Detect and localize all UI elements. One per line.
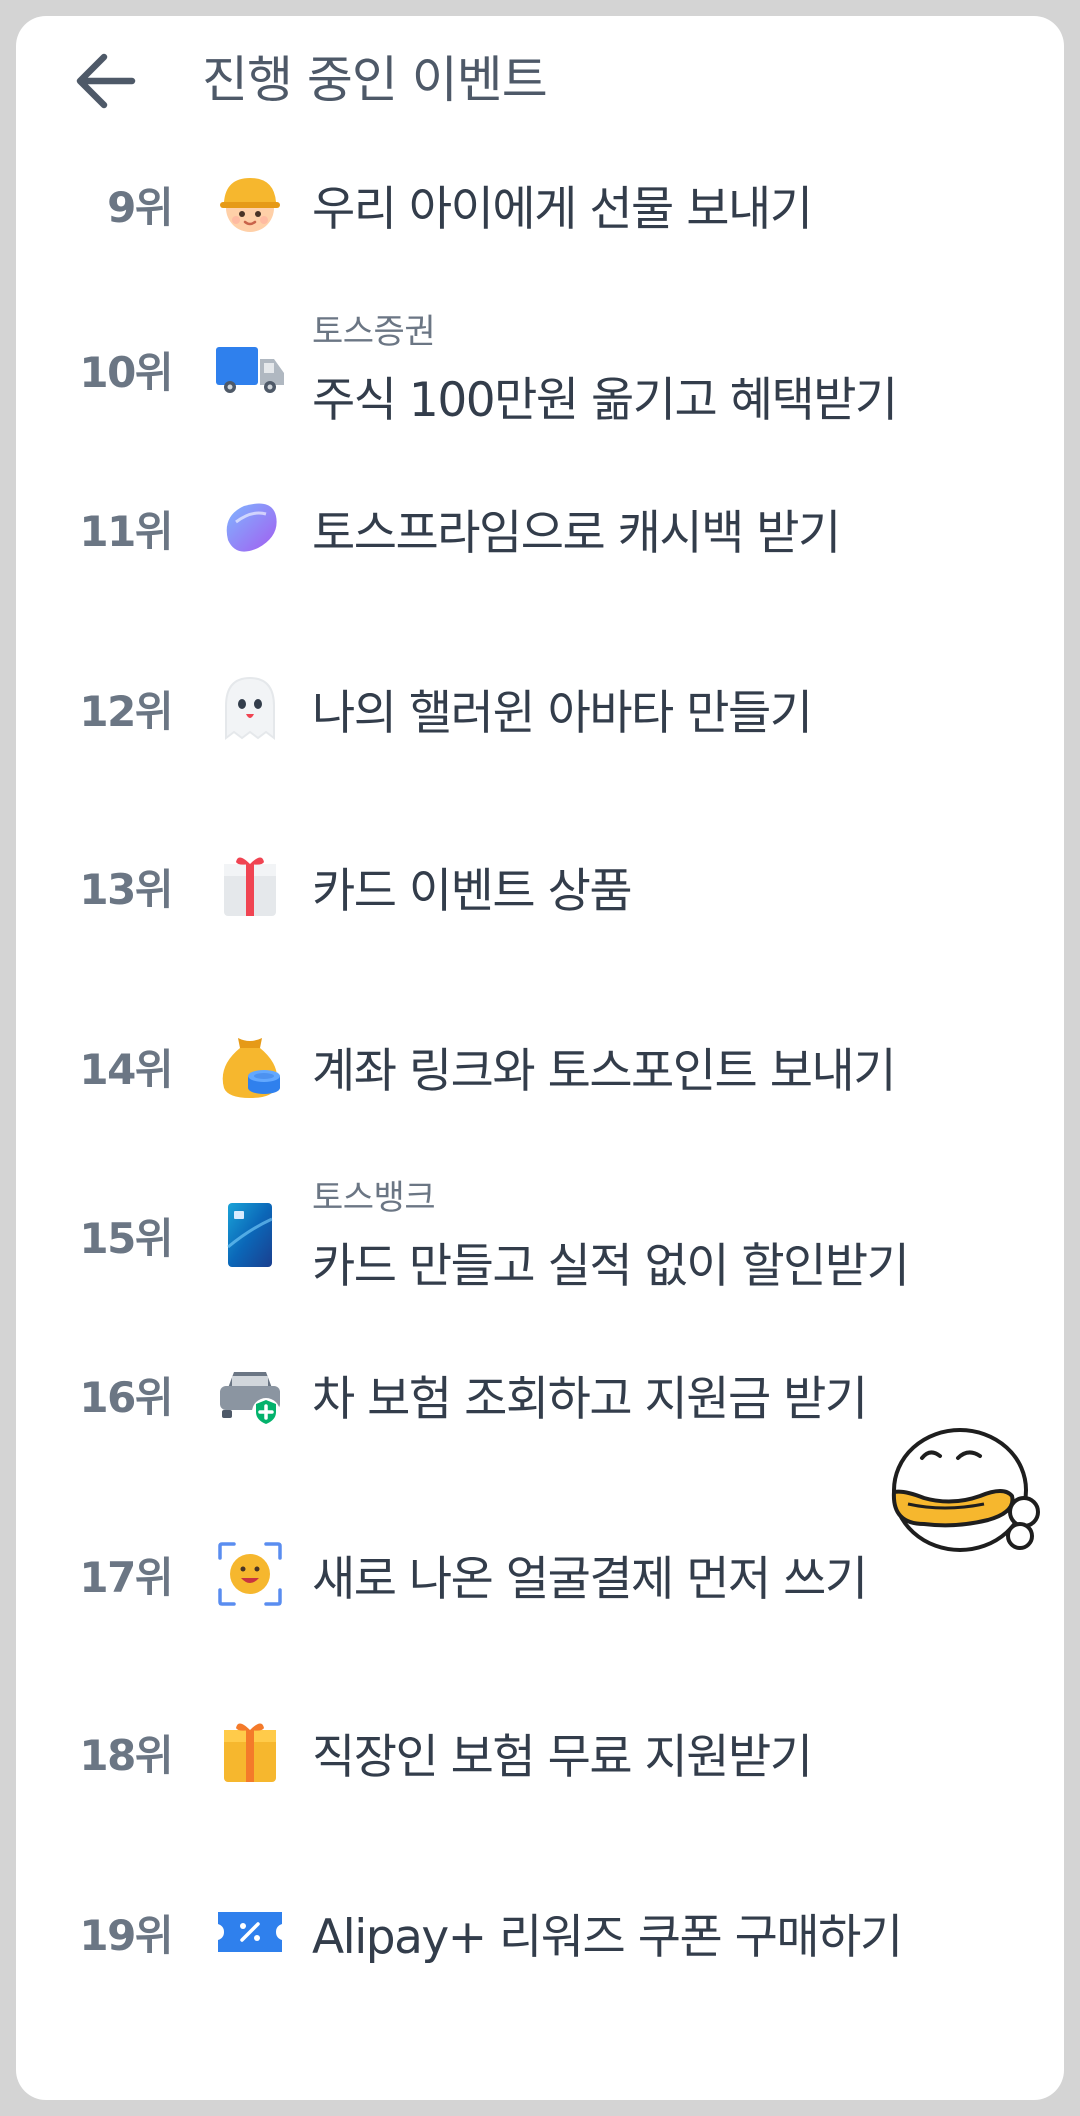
event-item[interactable]: 11위 토스프라임으로 캐시백 받기 (16, 468, 1064, 588)
event-rank: 19위 (79, 1910, 173, 1960)
gift-box-white-icon (214, 850, 286, 922)
face-scan-icon (214, 1538, 286, 1610)
coupon-icon (214, 1896, 286, 1968)
gift-box-yellow-icon (214, 1716, 286, 1788)
arrow-left-icon (76, 53, 136, 109)
event-item[interactable]: 13위 카드 이벤트 상품 (16, 826, 1064, 946)
event-list-card: 진행 중인 이벤트 9위 우리 아이에게 선물 보내기 10위 토스증권 주식 … (16, 16, 1064, 2100)
event-rank: 9위 (107, 182, 173, 232)
event-provider: 토스증권 (312, 312, 436, 352)
event-item[interactable]: 15위 토스뱅크 카드 만들고 실적 없이 할인받기 (16, 1150, 1064, 1320)
event-label: 새로 나온 얼굴결제 먼저 쓰기 (312, 1551, 868, 1607)
event-item[interactable]: 10위 토스증권 주식 100만원 옮기고 혜택받기 (16, 284, 1064, 454)
event-label: 카드 이벤트 상품 (312, 863, 633, 919)
event-provider: 토스뱅크 (312, 1178, 436, 1218)
event-item[interactable]: 19위 Alipay+ 리워즈 쿠폰 구매하기 (16, 1872, 1064, 1992)
event-rank: 18위 (79, 1730, 173, 1780)
event-label: 토스프라임으로 캐시백 받기 (312, 505, 841, 561)
toss-prime-icon (214, 492, 286, 564)
event-rank: 14위 (79, 1044, 173, 1094)
event-item[interactable]: 9위 우리 아이에게 선물 보내기 (16, 144, 1064, 264)
child-face-icon (214, 168, 286, 240)
event-label: 카드 만들고 실적 없이 할인받기 (312, 1239, 910, 1294)
card-icon (214, 1199, 286, 1271)
money-bag-icon (214, 1030, 286, 1102)
ghost-icon (214, 672, 286, 744)
header: 진행 중인 이벤트 (16, 16, 1064, 146)
page-title: 진행 중인 이벤트 (202, 51, 548, 109)
event-label: 나의 핼러윈 아바타 만들기 (312, 685, 813, 741)
event-item[interactable]: 12위 나의 핼러윈 아바타 만들기 (16, 648, 1064, 768)
event-rank: 17위 (79, 1552, 173, 1602)
event-rank: 15위 (79, 1213, 173, 1263)
event-rank: 11위 (79, 506, 173, 556)
event-rank: 10위 (79, 347, 173, 397)
event-rank: 13위 (79, 864, 173, 914)
event-item[interactable]: 14위 계좌 링크와 토스포인트 보내기 (16, 1006, 1064, 1126)
truck-icon (214, 333, 286, 405)
event-label: 주식 100만원 옮기고 혜택받기 (312, 373, 898, 428)
event-label: 직장인 보험 무료 지원받기 (312, 1729, 813, 1785)
event-item[interactable]: 18위 직장인 보험 무료 지원받기 (16, 1692, 1064, 1812)
event-label: 계좌 링크와 토스포인트 보내기 (312, 1043, 896, 1099)
event-label: Alipay+ 리워즈 쿠폰 구매하기 (312, 1909, 903, 1965)
duck-character-sticker-icon (884, 1420, 1044, 1570)
back-button[interactable] (60, 36, 150, 126)
event-label: 우리 아이에게 선물 보내기 (312, 181, 813, 237)
event-label: 차 보험 조회하고 지원금 받기 (312, 1371, 868, 1427)
event-rank: 12위 (79, 686, 173, 736)
event-rank: 16위 (79, 1372, 173, 1422)
car-insurance-icon (214, 1358, 286, 1430)
